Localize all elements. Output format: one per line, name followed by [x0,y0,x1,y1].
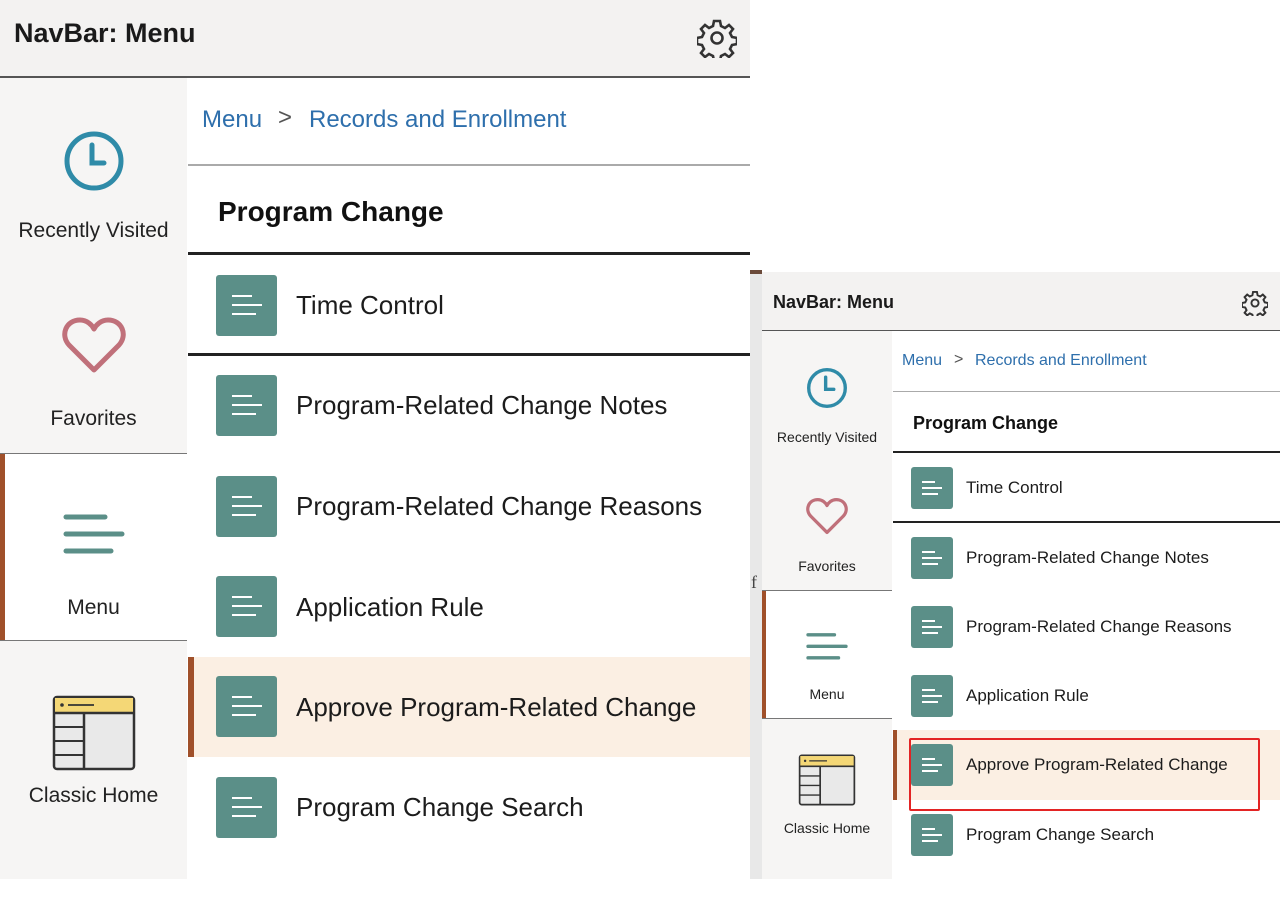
menu-icon [806,633,848,660]
menu-item-label: Time Control [966,478,1063,497]
sidebar-item-menu[interactable]: Menu [0,453,187,641]
sidebar-item-label: Menu [809,686,845,702]
sidebar-item-recently-visited[interactable]: Recently Visited [762,331,892,460]
page-icon [216,275,277,336]
page-icon [216,777,277,838]
menu-item-label: Program-Related Change Reasons [296,491,703,521]
sidebar-item-recently-visited[interactable]: Recently Visited [0,78,187,265]
sidebar-item-label: Classic Home [783,820,871,836]
breadcrumb: Menu > Records and Enrollment [893,331,1280,392]
section-title-text: Program Change [218,196,444,227]
menu-item-program-related-change-reasons[interactable]: Program-Related Change Reasons [188,456,750,557]
menu-item-application-rule[interactable]: Application Rule [188,557,750,657]
page-icon [216,476,277,537]
breadcrumb-menu-link[interactable]: Menu [202,106,262,134]
sidebar-item-label: Favorites [50,407,137,430]
section-title-text: Program Change [913,413,1059,433]
navbar-title: NavBar: Menu [14,18,196,48]
menu-item-label: Program Change Search [966,825,1155,844]
page-icon [911,675,953,717]
menu-item-time-control[interactable]: Time Control [188,255,750,356]
navbar-panel-large: NavBar: Menu Recently Visited Favorites … [0,0,750,879]
heart-icon [61,317,126,373]
navbar-panel-small: NavBar: Menu Recently Visited Favorites … [762,272,1280,879]
page-icon [911,814,953,856]
menu-item-approve-program-related-change[interactable]: Approve Program-Related Change [188,657,750,757]
clock-icon [64,131,123,191]
menu-item-label: Program Change Search [296,792,584,822]
menu-item-program-related-change-notes[interactable]: Program-Related Change Notes [893,523,1280,592]
page-icon [911,606,953,648]
menu-item-label: Approve Program-Related Change [296,692,697,722]
page-icon [216,676,277,737]
navbar-header: NavBar: Menu [762,272,1280,331]
navbar-header: NavBar: Menu [0,0,750,78]
gear-icon[interactable] [695,18,739,63]
selected-indicator [188,657,194,757]
breadcrumb-current[interactable]: Records and Enrollment [309,106,566,134]
menu-item-label: Application Rule [296,592,484,622]
menu-item-approve-program-related-change[interactable]: Approve Program-Related Change [893,730,1280,800]
sidebar-item-menu[interactable]: Menu [762,590,892,719]
classic-home-icon [52,695,135,771]
menu-item-program-change-search[interactable]: Program Change Search [893,800,1280,869]
menu-item-program-related-change-notes[interactable]: Program-Related Change Notes [188,356,750,456]
section-title: Program Change [893,392,1280,453]
sidebar: Recently Visited Favorites Menu Classic … [0,78,187,879]
breadcrumb-separator: > [278,104,293,131]
page-icon [216,576,277,637]
panel-divider: f [750,270,762,879]
breadcrumb-separator: > [954,351,964,368]
breadcrumb: Menu > Records and Enrollment [188,78,750,166]
page-icon [911,537,953,579]
page-icon [911,744,953,786]
menu-content: Menu > Records and Enrollment Program Ch… [893,331,1280,879]
sidebar-item-label: Classic Home [28,784,159,807]
breadcrumb-current[interactable]: Records and Enrollment [975,352,1147,370]
page-icon [911,467,953,509]
menu-item-label: Program-Related Change Reasons [966,617,1232,636]
sidebar-item-label: Favorites [798,558,856,574]
sidebar-item-label: Recently Visited [18,219,169,242]
sidebar-item-favorites[interactable]: Favorites [0,265,187,453]
sidebar-item-label: Menu [67,596,120,619]
menu-item-label: Approve Program-Related Change [966,755,1228,774]
menu-icon [63,514,124,554]
sidebar-item-classic-home[interactable]: Classic Home [0,640,187,830]
navbar-title: NavBar: Menu [773,292,895,312]
menu-item-program-related-change-reasons[interactable]: Program-Related Change Reasons [893,592,1280,661]
partial-text: f [751,572,757,592]
gear-icon[interactable] [1241,290,1269,321]
menu-item-program-change-search[interactable]: Program Change Search [188,757,750,857]
menu-item-time-control[interactable]: Time Control [893,453,1280,523]
sidebar-item-label: Recently Visited [776,429,878,445]
heart-icon [806,497,848,535]
breadcrumb-menu-link[interactable]: Menu [902,352,942,370]
menu-item-application-rule[interactable]: Application Rule [893,661,1280,730]
selected-indicator [893,730,897,800]
sidebar: Recently Visited Favorites Menu Classic … [762,331,892,879]
menu-item-label: Application Rule [966,686,1089,705]
page-icon [216,375,277,436]
menu-item-label: Time Control [296,290,444,320]
clock-icon [807,368,847,408]
menu-item-label: Program-Related Change Notes [966,548,1209,567]
menu-content: Menu > Records and Enrollment Program Ch… [188,78,750,879]
sidebar-item-classic-home[interactable]: Classic Home [762,718,892,858]
sidebar-item-favorites[interactable]: Favorites [762,460,892,590]
section-title: Program Change [188,166,750,255]
menu-item-label: Program-Related Change Notes [296,390,668,420]
classic-home-icon [798,754,856,806]
